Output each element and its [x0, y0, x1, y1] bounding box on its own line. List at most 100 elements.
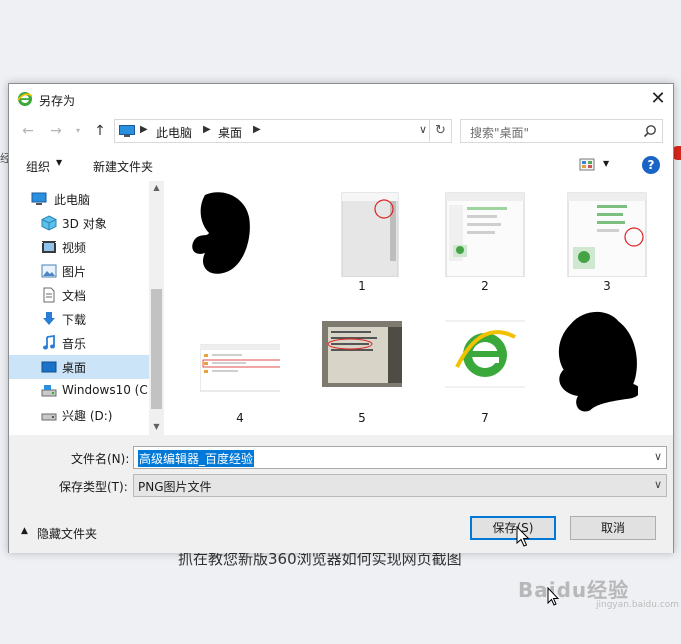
pictures-icon [41, 264, 57, 278]
navigation-bar: ← → ▾ ↑ ▶ 此电脑 ▶ 桌面 ▶ ∨ ↻ 搜索"桌面" [9, 117, 673, 145]
sidebar-item-label: 此电脑 [54, 193, 91, 207]
filetype-label: 保存类型(T): [59, 480, 128, 494]
computer-icon [119, 125, 135, 137]
ie-logo-thumbnail [445, 320, 525, 388]
command-bar: 组织 ▼ 新建文件夹 ▼ ? [9, 150, 673, 180]
chevron-right-icon[interactable]: ▶ [203, 124, 211, 135]
chevron-down-icon[interactable]: ▼ [56, 158, 62, 167]
3d-objects-icon [41, 215, 57, 231]
chevron-down-icon[interactable]: ∨ [654, 450, 662, 463]
photo-thumbnail [322, 321, 402, 387]
redacted-thumbnail [558, 312, 638, 412]
recent-locations-icon[interactable]: ▾ [67, 120, 89, 142]
file-item-5[interactable]: 5 [312, 316, 412, 431]
search-icon[interactable] [643, 124, 657, 138]
up-arrow-icon[interactable]: ↑ [89, 120, 111, 142]
dialog-title: 另存为 [39, 94, 76, 108]
file-name: 5 [358, 411, 366, 425]
refresh-icon[interactable]: ↻ [429, 120, 451, 142]
new-folder-button[interactable]: 新建文件夹 [93, 158, 153, 175]
video-icon [42, 241, 56, 253]
mouse-cursor-icon [516, 526, 530, 547]
sidebar-item-drive-c[interactable]: Windows10 (C: [9, 379, 152, 403]
screenshot-thumbnail [341, 192, 399, 277]
title-bar[interactable]: 另存为 ✕ [9, 84, 673, 114]
sidebar-item-label: 音乐 [62, 337, 87, 351]
navigation-pane: 此电脑 3D 对象 视频 图片 文档 下载 音乐 桌面 Windows10 (C… [9, 181, 164, 435]
sidebar-item-drive-d[interactable]: 兴趣 (D:) [9, 403, 149, 427]
sidebar-item-desktop[interactable]: 桌面 [9, 355, 149, 379]
desktop-icon [41, 361, 57, 373]
screenshot-thumbnail [567, 192, 647, 277]
baidu-watermark: Baidu经验 [518, 578, 630, 602]
scroll-down-icon[interactable]: ▼ [149, 422, 164, 431]
file-list: 1 2 3 4 5 7 [167, 181, 673, 435]
computer-icon [31, 192, 47, 205]
sidebar-item-videos[interactable]: 视频 [9, 235, 149, 259]
help-icon[interactable]: ? [642, 156, 660, 174]
file-name: 2 [481, 279, 489, 293]
sidebar-item-label: 图片 [62, 265, 87, 279]
cancel-button[interactable]: 取消 [570, 516, 656, 540]
filetype-value: PNG图片文件 [138, 480, 212, 494]
sidebar-item-label: 兴趣 (D:) [62, 409, 113, 423]
back-arrow-icon[interactable]: ← [17, 120, 39, 142]
360-browser-icon [17, 92, 33, 106]
scroll-up-icon[interactable]: ▲ [149, 183, 164, 192]
save-form: 文件名(N): 高级编辑器_百度经验 ∨ 保存类型(T): PNG图片文件 ∨ … [9, 435, 673, 553]
close-button[interactable]: ✕ [643, 84, 673, 114]
filename-input[interactable]: 高级编辑器_百度经验 ∨ [133, 446, 667, 469]
baidu-watermark-url: jingyan.baidu.com [596, 600, 680, 610]
breadcrumb-this-pc[interactable]: 此电脑 [156, 124, 192, 141]
sidebar-item-music[interactable]: 音乐 [9, 331, 149, 355]
file-item-redacted-2[interactable] [542, 291, 642, 412]
filetype-select[interactable]: PNG图片文件 ∨ [133, 474, 667, 497]
sidebar-item-label: 视频 [62, 241, 87, 255]
filename-value[interactable]: 高级编辑器_百度经验 [138, 450, 255, 467]
search-box[interactable]: 搜索"桌面" [460, 119, 663, 143]
scroll-thumb[interactable] [151, 289, 162, 409]
sidebar-item-pictures[interactable]: 图片 [9, 259, 149, 283]
file-item-1[interactable]: 1 [312, 184, 412, 299]
redacted-thumbnail [192, 192, 250, 274]
sidebar-item-label: Windows10 (C: [62, 383, 152, 397]
address-bar[interactable]: ▶ 此电脑 ▶ 桌面 ▶ ∨ ↻ [114, 119, 452, 143]
screenshot-thumbnail [200, 344, 280, 392]
background-page-strip [0, 0, 681, 83]
documents-icon [43, 287, 55, 303]
screenshot-thumbnail [445, 192, 525, 277]
chevron-up-icon[interactable]: ▲ [21, 526, 28, 536]
chevron-down-icon[interactable]: ∨ [654, 478, 662, 491]
view-options-icon[interactable] [579, 157, 599, 173]
sidebar-item-downloads[interactable]: 下载 [9, 307, 149, 331]
drive-icon [41, 413, 57, 421]
search-placeholder: 搜索"桌面" [470, 126, 530, 140]
sidebar-item-documents[interactable]: 文档 [9, 283, 149, 307]
chevron-right-icon[interactable]: ▶ [140, 124, 148, 135]
sidebar-item-label: 3D 对象 [62, 217, 107, 231]
chevron-down-icon[interactable]: ∨ [419, 123, 427, 136]
sidebar-item-label: 文档 [62, 289, 87, 303]
chevron-down-icon[interactable]: ▼ [603, 159, 609, 168]
filename-label: 文件名(N): [71, 452, 130, 466]
music-icon [43, 335, 55, 350]
file-item-7[interactable]: 7 [435, 316, 535, 431]
file-item-redacted-1[interactable] [173, 184, 273, 299]
sidebar-item-label: 下载 [62, 313, 87, 327]
sidebar-item-label: 桌面 [62, 361, 87, 375]
save-button[interactable]: 保存(S) [470, 516, 556, 540]
save-as-dialog: 另存为 ✕ ← → ▾ ↑ ▶ 此电脑 ▶ 桌面 ▶ ∨ ↻ 搜索"桌面" 组织… [8, 83, 674, 553]
file-item-3[interactable]: 3 [557, 184, 657, 299]
file-name: 7 [481, 411, 489, 425]
breadcrumb-desktop[interactable]: 桌面 [218, 124, 242, 141]
sidebar-item-this-pc[interactable]: 此电脑 [9, 187, 149, 211]
sidebar-item-3d-objects[interactable]: 3D 对象 [9, 211, 149, 235]
forward-arrow-icon[interactable]: → [45, 120, 67, 142]
navigation-scrollbar[interactable]: ▲ ▼ [149, 181, 164, 435]
file-name: 4 [236, 411, 244, 425]
file-item-2[interactable]: 2 [435, 184, 535, 299]
organize-button[interactable]: 组织 [26, 158, 50, 175]
chevron-right-icon[interactable]: ▶ [253, 124, 261, 135]
file-item-4[interactable]: 4 [190, 316, 290, 431]
hide-folders-toggle[interactable]: 隐藏文件夹 [37, 525, 97, 542]
